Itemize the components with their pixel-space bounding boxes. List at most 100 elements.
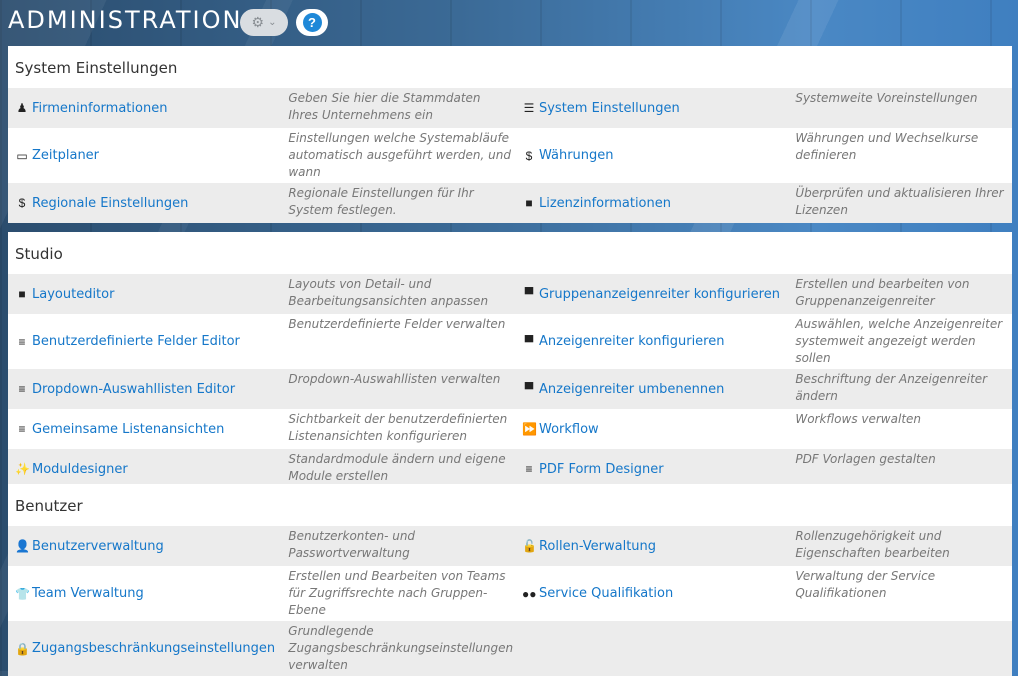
calendar-icon: ▭ bbox=[16, 148, 28, 163]
link-cell: ☰ System Einstellungen bbox=[513, 88, 794, 128]
admin-link[interactable]: Moduldesigner bbox=[32, 462, 128, 477]
link-cell: $ Regionale Einstellungen bbox=[8, 183, 287, 223]
description: Verwaltung der Service Qualifikationen bbox=[795, 569, 936, 600]
layout-icon: ■ bbox=[18, 287, 26, 301]
company-icon: ♟ bbox=[16, 101, 28, 115]
tab-icon: ▀ bbox=[524, 382, 534, 396]
section-rows: 👤 Benutzerverwaltung Benutzerkonten- und P… bbox=[8, 526, 1012, 676]
section-title: System Einstellungen bbox=[15, 59, 178, 77]
admin-section-panel: Studio ■ Layouteditor Layouts von Detail- u… bbox=[8, 232, 1012, 489]
description: Dropdown-Auswahllisten verwalten bbox=[288, 372, 501, 386]
link-cell: ♟ Firmeninformationen bbox=[8, 88, 287, 128]
admin-link[interactable]: Gemeinsame Listenansichten bbox=[32, 422, 224, 437]
admin-row: ≡ Benutzerdefinierte Felder Editor Benutze… bbox=[8, 314, 1012, 369]
link-cell: ▭ Zeitplaner bbox=[8, 128, 287, 183]
currency-icon: $ bbox=[525, 148, 533, 163]
link-cell: ●● Service Qualifikation bbox=[513, 566, 794, 621]
description: Einstellungen welche Systemabläufe autom… bbox=[288, 131, 511, 179]
admin-link[interactable]: Dropdown-Auswahllisten Editor bbox=[32, 382, 235, 397]
admin-section-panel: System Einstellungen ♟ Firmeninformationen… bbox=[8, 46, 1012, 223]
description bbox=[794, 621, 1012, 676]
admin-link[interactable]: Layouteditor bbox=[32, 287, 114, 302]
tab-icon: ▀ bbox=[524, 287, 534, 301]
service-icon: ●● bbox=[521, 586, 537, 601]
link-cell: ■ Layouteditor bbox=[8, 274, 287, 314]
section-rows: ♟ Firmeninformationen Geben Sie hier die S… bbox=[8, 88, 1012, 223]
admin-link[interactable]: Regionale Einstellungen bbox=[32, 196, 188, 211]
admin-row: ≡ Gemeinsame Listenansichten Sichtbarkeit … bbox=[8, 409, 1012, 449]
admin-row: ♟ Firmeninformationen Geben Sie hier die S… bbox=[8, 88, 1012, 128]
link-cell: ✨ Moduldesigner bbox=[8, 449, 287, 489]
admin-row: ✨ Moduldesigner Standardmodule ändern und … bbox=[8, 449, 1012, 489]
link-cell: ▀ Anzeigenreiter konfigurieren bbox=[513, 314, 794, 369]
team-icon: 👕 bbox=[15, 586, 30, 601]
sliders-icon: ☰ bbox=[523, 101, 535, 115]
description: Währungen und Wechselkurse definieren bbox=[795, 131, 979, 162]
description: Benutzerkonten- und Passwortverwaltung bbox=[288, 529, 416, 560]
admin-link[interactable]: Lizenzinformationen bbox=[539, 196, 671, 211]
description: Rollenzugehörigkeit und Eigenschaften be… bbox=[795, 529, 950, 560]
settings-menu-button[interactable]: ⚙ ⌄ bbox=[240, 9, 288, 36]
user-icon: 👤 bbox=[15, 539, 30, 553]
description: Erstellen und bearbeiten von Gruppenanze… bbox=[795, 277, 970, 308]
link-cell: ▀ Gruppenanzeigenreiter konfigurieren bbox=[513, 274, 794, 314]
link-cell: 🔒 Zugangsbeschränkungseinstellungen bbox=[8, 621, 287, 676]
description: Systemweite Voreinstellungen bbox=[795, 91, 978, 105]
description: Geben Sie hier die Stammdaten Ihres Unte… bbox=[288, 91, 481, 122]
section-title: Studio bbox=[15, 245, 63, 263]
link-cell: ≡ Benutzerdefinierte Felder Editor bbox=[8, 314, 287, 369]
admin-link[interactable]: Anzeigenreiter umbenennen bbox=[539, 382, 724, 397]
list-icon: ≡ bbox=[18, 382, 26, 396]
link-cell: ⏩ Workflow bbox=[513, 409, 794, 449]
admin-link[interactable]: Workflow bbox=[539, 422, 599, 437]
admin-row: 🔒 Zugangsbeschränkungseinstellungen Grundl… bbox=[8, 621, 1012, 676]
admin-link[interactable]: Benutzerverwaltung bbox=[32, 539, 164, 554]
help-icon: ? bbox=[302, 13, 322, 32]
link-cell: ≡ PDF Form Designer bbox=[513, 449, 794, 489]
regional-icon: $ bbox=[18, 196, 26, 210]
lock-icon: 🔒 bbox=[15, 641, 30, 656]
link-cell: 👤 Benutzerverwaltung bbox=[8, 526, 287, 566]
admin-row: 👤 Benutzerverwaltung Benutzerkonten- und P… bbox=[8, 526, 1012, 566]
license-icon: ■ bbox=[525, 196, 533, 210]
admin-link[interactable]: PDF Form Designer bbox=[539, 462, 664, 477]
list-icon: ≡ bbox=[18, 422, 26, 436]
link-cell: ≡ Dropdown-Auswahllisten Editor bbox=[8, 369, 287, 409]
admin-section-panel: Benutzer 👤 Benutzerverwaltung Benutzerkonte… bbox=[8, 484, 1012, 676]
admin-link[interactable]: Benutzerdefinierte Felder Editor bbox=[32, 334, 240, 349]
tab-icon: ▀ bbox=[524, 334, 534, 349]
gear-icon: ⚙ bbox=[251, 14, 265, 30]
description: PDF Vorlagen gestalten bbox=[795, 452, 936, 466]
magic-wand-icon: ✨ bbox=[15, 462, 30, 476]
link-cell bbox=[513, 621, 794, 676]
description: Standardmodule ändern und eigene Module … bbox=[288, 452, 506, 483]
admin-row: ▭ Zeitplaner Einstellungen welche Systemab… bbox=[8, 128, 1012, 183]
admin-link[interactable]: Gruppenanzeigenreiter konfigurieren bbox=[539, 287, 780, 302]
description: Sichtbarkeit der benutzerdefinierten Lis… bbox=[288, 412, 508, 443]
admin-link[interactable]: Währungen bbox=[539, 148, 614, 163]
header: ADMINISTRATION ⚙ ⌄ ? bbox=[0, 0, 1018, 46]
chevron-down-icon: ⌄ bbox=[268, 17, 277, 28]
admin-link[interactable]: Firmeninformationen bbox=[32, 101, 167, 116]
description: Benutzerdefinierte Felder verwalten bbox=[288, 317, 506, 331]
admin-link[interactable]: Anzeigenreiter konfigurieren bbox=[539, 334, 725, 349]
section-title: Benutzer bbox=[15, 497, 83, 515]
workflow-icon: ⏩ bbox=[521, 422, 537, 436]
description: Layouts von Detail- und Bearbeitungsansi… bbox=[288, 277, 489, 308]
admin-link[interactable]: Zeitplaner bbox=[32, 148, 99, 163]
link-cell: ▀ Anzeigenreiter umbenennen bbox=[513, 369, 794, 409]
section-rows: ■ Layouteditor Layouts von Detail- und Bea… bbox=[8, 274, 1012, 489]
description: Grundlegende Zugangsbeschränkungseinstel… bbox=[288, 624, 514, 672]
unlock-icon: 🔓 bbox=[521, 539, 537, 553]
admin-row: ≡ Dropdown-Auswahllisten Editor Dropdown-A… bbox=[8, 369, 1012, 409]
link-cell: 👕 Team Verwaltung bbox=[8, 566, 287, 621]
admin-link[interactable]: System Einstellungen bbox=[539, 101, 680, 116]
admin-link[interactable]: Team Verwaltung bbox=[32, 586, 144, 601]
description: Auswählen, welche Anzeigenreiter systemw… bbox=[795, 317, 1003, 365]
help-button[interactable]: ? bbox=[296, 9, 328, 36]
admin-link[interactable]: Rollen-Verwaltung bbox=[539, 539, 656, 554]
admin-link[interactable]: Zugangsbeschränkungseinstellungen bbox=[32, 641, 275, 656]
admin-row: $ Regionale Einstellungen Regionale Einste… bbox=[8, 183, 1012, 223]
admin-link[interactable]: Service Qualifikation bbox=[539, 586, 673, 601]
admin-row: ■ Layouteditor Layouts von Detail- und Bea… bbox=[8, 274, 1012, 314]
